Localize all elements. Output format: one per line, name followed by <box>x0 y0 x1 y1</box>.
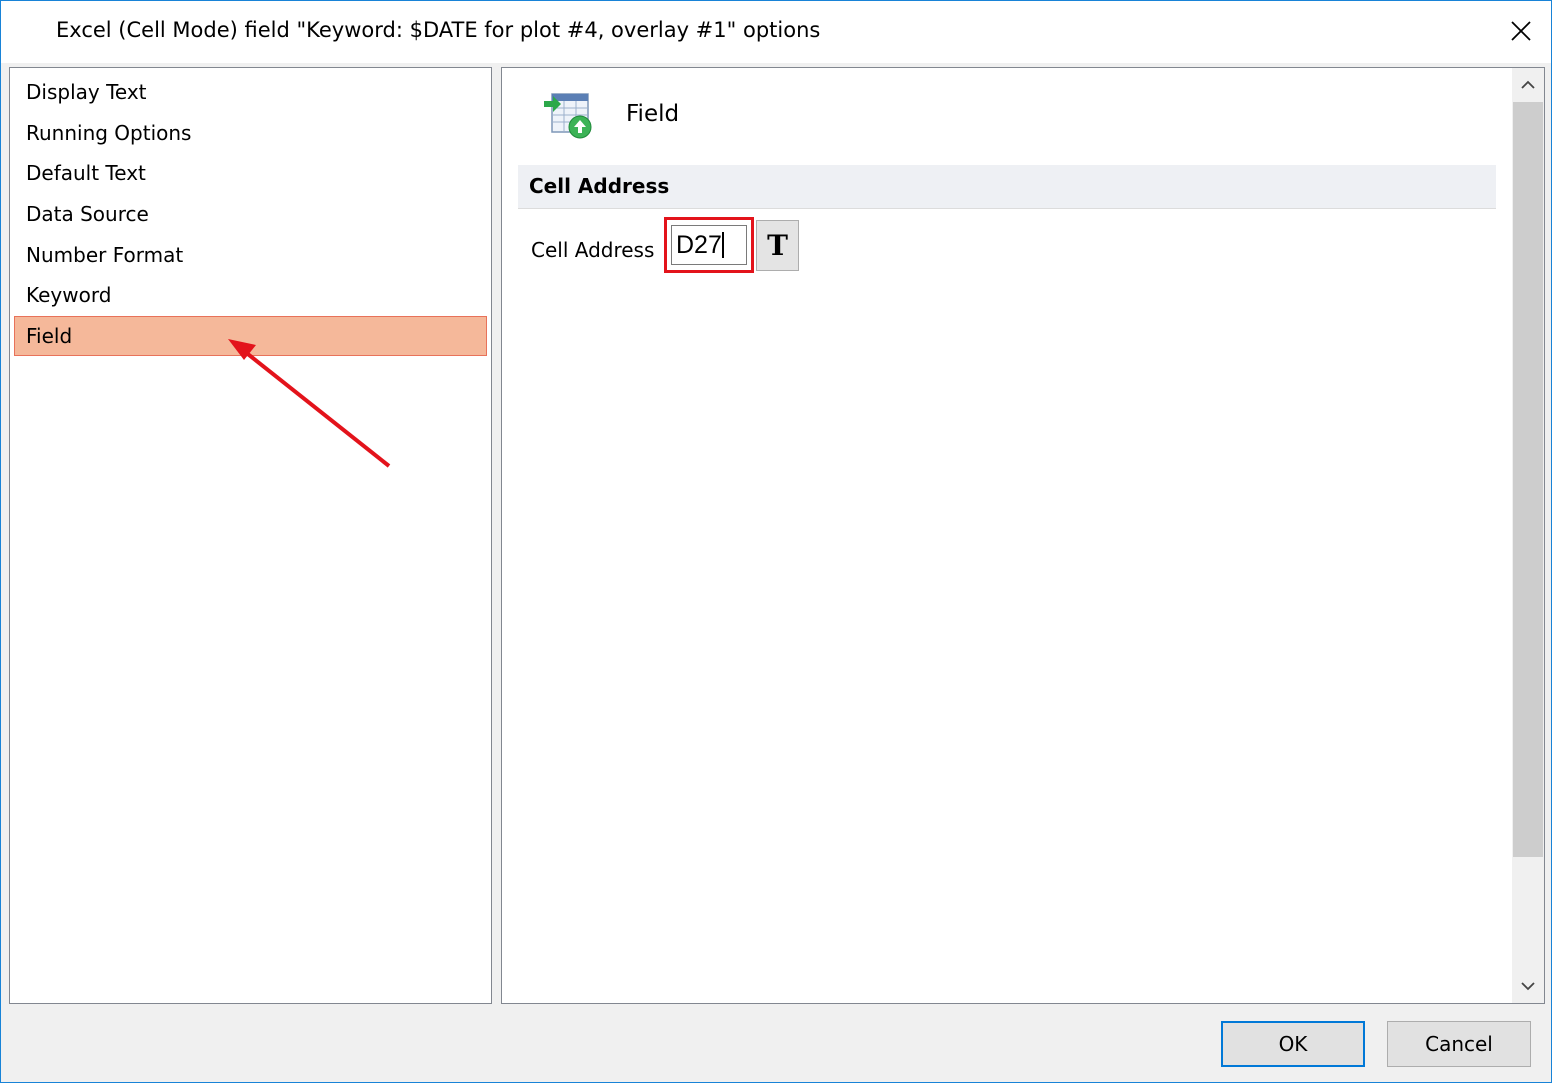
ok-button[interactable]: OK <box>1221 1021 1365 1067</box>
chevron-up-icon <box>1521 80 1535 89</box>
scrollbar-thumb[interactable] <box>1513 102 1543 857</box>
close-icon <box>1511 21 1531 41</box>
title-bar: Excel (Cell Mode) field "Keyword: $DATE … <box>1 1 1551 63</box>
nav-item-data-source[interactable]: Data Source <box>14 194 487 234</box>
nav-item-keyword[interactable]: Keyword <box>14 275 487 315</box>
text-format-button[interactable]: T <box>756 220 799 271</box>
nav-item-default-text[interactable]: Default Text <box>14 153 487 193</box>
scroll-up-button[interactable] <box>1512 68 1544 102</box>
nav-item-number-format[interactable]: Number Format <box>14 235 487 275</box>
scroll-down-button[interactable] <box>1512 969 1544 1003</box>
panel-title: Field <box>626 101 680 127</box>
cancel-button[interactable]: Cancel <box>1387 1021 1531 1067</box>
vertical-scrollbar[interactable] <box>1512 68 1544 1003</box>
nav-item-running-options[interactable]: Running Options <box>14 113 487 153</box>
category-list: Display Text Running Options Default Tex… <box>9 67 492 1004</box>
dialog-window: Excel (Cell Mode) field "Keyword: $DATE … <box>0 0 1552 1083</box>
content-panel: Field Cell Address Cell Address T <box>501 67 1545 1004</box>
close-button[interactable] <box>1501 11 1541 51</box>
dialog-title: Excel (Cell Mode) field "Keyword: $DATE … <box>56 18 821 42</box>
annotation-highlight-box <box>664 217 754 273</box>
section-header: Cell Address <box>518 165 1496 209</box>
section-title: Cell Address <box>529 174 670 198</box>
chevron-down-icon <box>1521 982 1535 991</box>
cell-address-input[interactable] <box>671 225 747 265</box>
table-import-icon <box>544 93 592 139</box>
cell-address-label: Cell Address <box>531 238 655 262</box>
text-caret <box>722 232 724 258</box>
nav-item-display-text[interactable]: Display Text <box>14 72 487 112</box>
nav-item-field[interactable]: Field <box>14 316 487 356</box>
